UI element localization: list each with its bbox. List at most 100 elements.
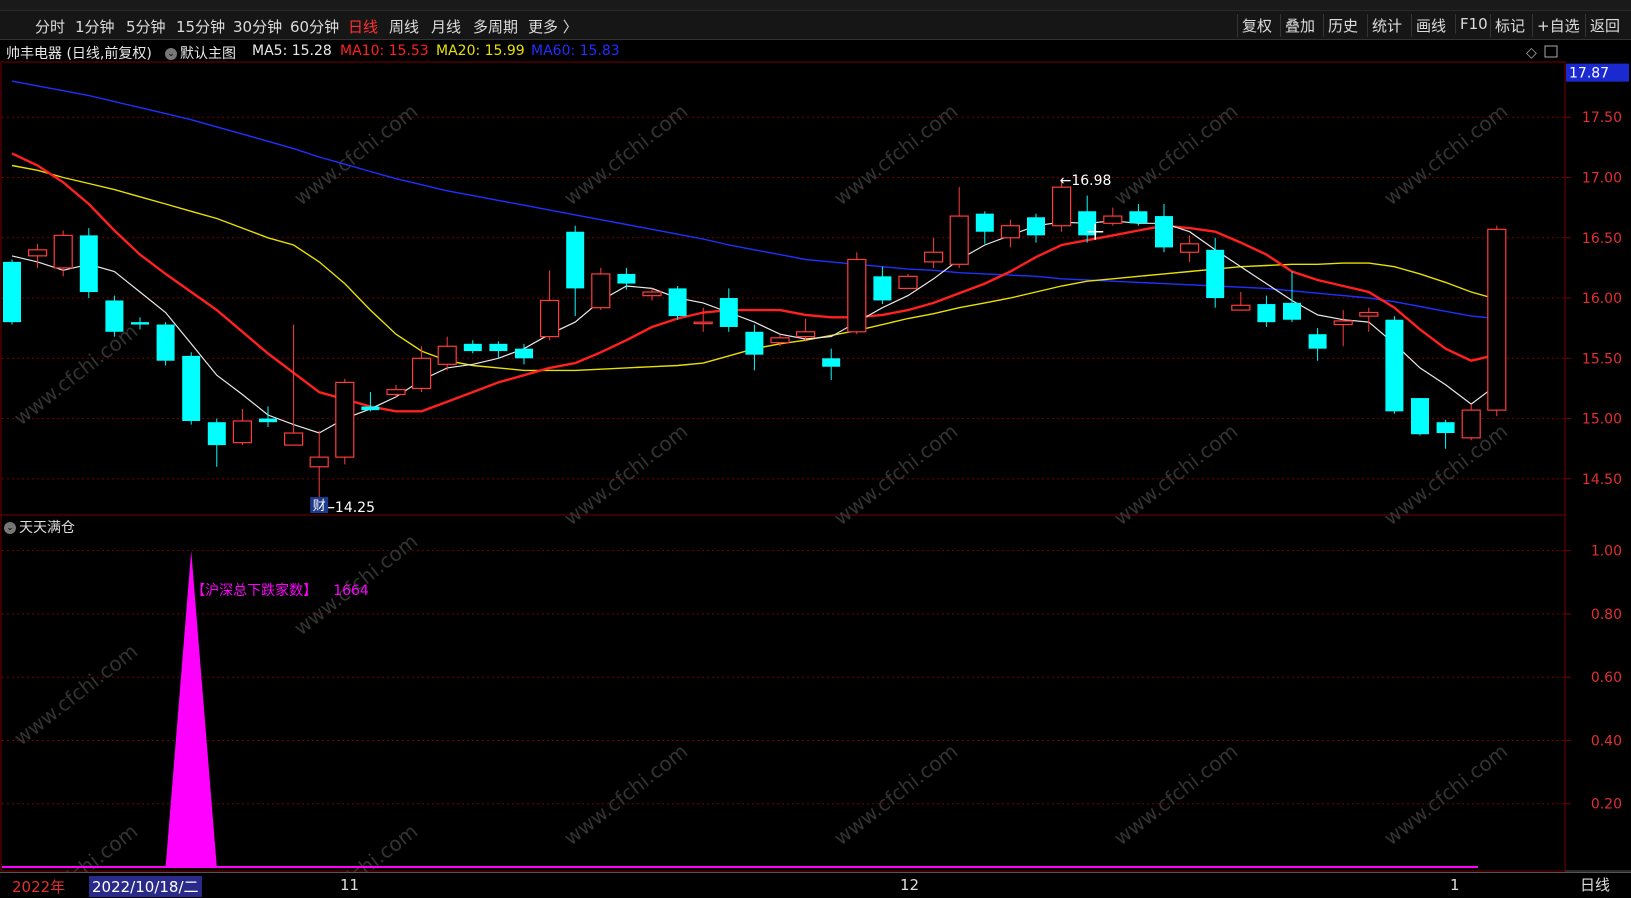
ma60-label: MA60: 15.83 [531,43,620,59]
candle-body [1051,186,1072,227]
high-annotation: ←16.98 [1060,173,1112,189]
price-tick-label: 15.50 [1582,351,1622,367]
price-tick-label: 17.00 [1582,171,1622,187]
candle-body [259,418,277,423]
date-axis: 2022年 2022/10/18/二 11 12 1 [0,872,1631,898]
candle-body [515,348,533,359]
indicator-tick-label: 1.00 [1591,544,1622,560]
price-tick-label: 16.00 [1582,291,1622,307]
candle-body [1487,228,1507,411]
watermark-text: www.cfchi.com [1109,99,1242,210]
candle-body [463,343,482,352]
candle-body [591,273,611,309]
candle-body [1231,304,1251,311]
watermark-text: www.cfchi.com [9,319,142,430]
candle-body [847,258,867,333]
current-price-label: 17.87 [1569,66,1609,82]
candle-body [1103,215,1123,224]
candle-body [1283,302,1301,320]
candle-body [53,234,73,269]
indicator-tick-label: 0.20 [1591,797,1622,813]
candle-body [489,343,508,352]
watermark-text: www.cfchi.com [9,639,142,750]
watermark-text: www.cfchi.com [829,739,962,850]
candle-body [1411,398,1429,435]
candle-body [79,235,98,293]
candle-body [156,324,175,361]
price-tick-label: 16.50 [1582,231,1622,247]
candle-body [642,291,662,297]
watermark-text: www.cfchi.com [289,99,422,210]
chevron-down-icon: ⌄ [4,522,16,534]
watermark-text: www.cfchi.com [559,99,692,210]
candle-body [28,249,48,257]
month-11-label: 11 [340,876,360,894]
candle-body [745,331,764,355]
candle-body [539,299,560,338]
candle-body [131,322,149,325]
candle-body [1461,409,1481,439]
indicator-value: 1664 [333,583,369,599]
ma10-label: MA10: 15.53 [340,43,429,59]
candle-body [693,321,713,325]
candle-body [668,288,687,317]
main-chart-label: 默认主图 [180,46,236,62]
watermark-text: www.cfchi.com [1379,739,1512,850]
ma10-line [11,152,1498,413]
main-chart-selector[interactable]: ⌄ 默认主图 [165,43,236,63]
month-1-label: 1 [1450,876,1460,894]
candle-body [182,355,201,421]
candle-body [1436,422,1455,434]
indicator-panel-frame [0,514,1566,872]
low-annotation: ←14.25 [323,500,375,516]
candle-body [898,275,918,289]
indicator-title[interactable]: ⌄ 天天满仓 [4,517,75,537]
watermark-text: www.cfchi.com [559,419,692,530]
candle-body [412,357,432,390]
candle-body [795,331,816,338]
indicator-name: 天天满仓 [19,520,75,536]
stock-title: 帅丰电器 (日线,前复权) [6,46,152,62]
watermark-text: www.cfchi.com [829,419,962,530]
watermark-text: www.cfchi.com [1109,739,1242,850]
watermark-text: www.cfchi.com [1109,419,1242,530]
candle-body [1257,304,1276,323]
candle-body [1129,211,1148,224]
candle-body [284,432,304,446]
candle-body [1333,320,1353,326]
price-tick-label: 14.50 [1582,472,1622,488]
month-12-label: 12 [900,876,920,894]
indicator-tick-label: 0.40 [1591,733,1622,749]
finance-marker-text: 财 [313,499,326,514]
watermark-text: www.cfchi.com [559,739,692,850]
price-tick-label: 15.00 [1582,412,1622,428]
indicator-tick-label: 0.80 [1591,607,1622,623]
candle-body [923,251,944,263]
period-indicator[interactable]: 日线 [1580,874,1610,895]
ma60-line [11,80,1497,320]
candle-body [770,337,790,344]
candle-body [1308,334,1327,349]
candle-body [719,298,738,327]
candle-body [1385,319,1404,412]
candle-body [1155,216,1173,248]
candle-body [1359,311,1379,317]
candle-body [437,345,457,365]
candle-body [975,213,994,232]
main-panel-frame [0,61,1566,516]
kline-chart[interactable]: 14.50 15.00 15.50 16.00 16.50 17.00 17.50 17.87… [0,0,1631,897]
candle-body [3,261,21,323]
ma-info-bar: 帅丰电器 (日线,前复权) ⌄ 默认主图 MA5: 15.28 MA10: 15.… [0,40,1565,62]
cursor-date: 2022/10/18/二 [89,876,202,897]
candle-body [1179,243,1200,253]
candle-body [873,276,892,301]
ma20-label: MA20: 15.99 [436,43,525,59]
candle-body [335,381,355,458]
candle-body [1206,249,1225,299]
watermark-text: www.cfchi.com [1379,99,1512,210]
candle-body [207,422,226,446]
year-label: 2022年 [12,878,66,896]
chevron-down-icon: ⌄ [165,48,177,60]
candle-body [386,389,406,396]
ma5-label: MA5: 15.28 [252,43,332,59]
